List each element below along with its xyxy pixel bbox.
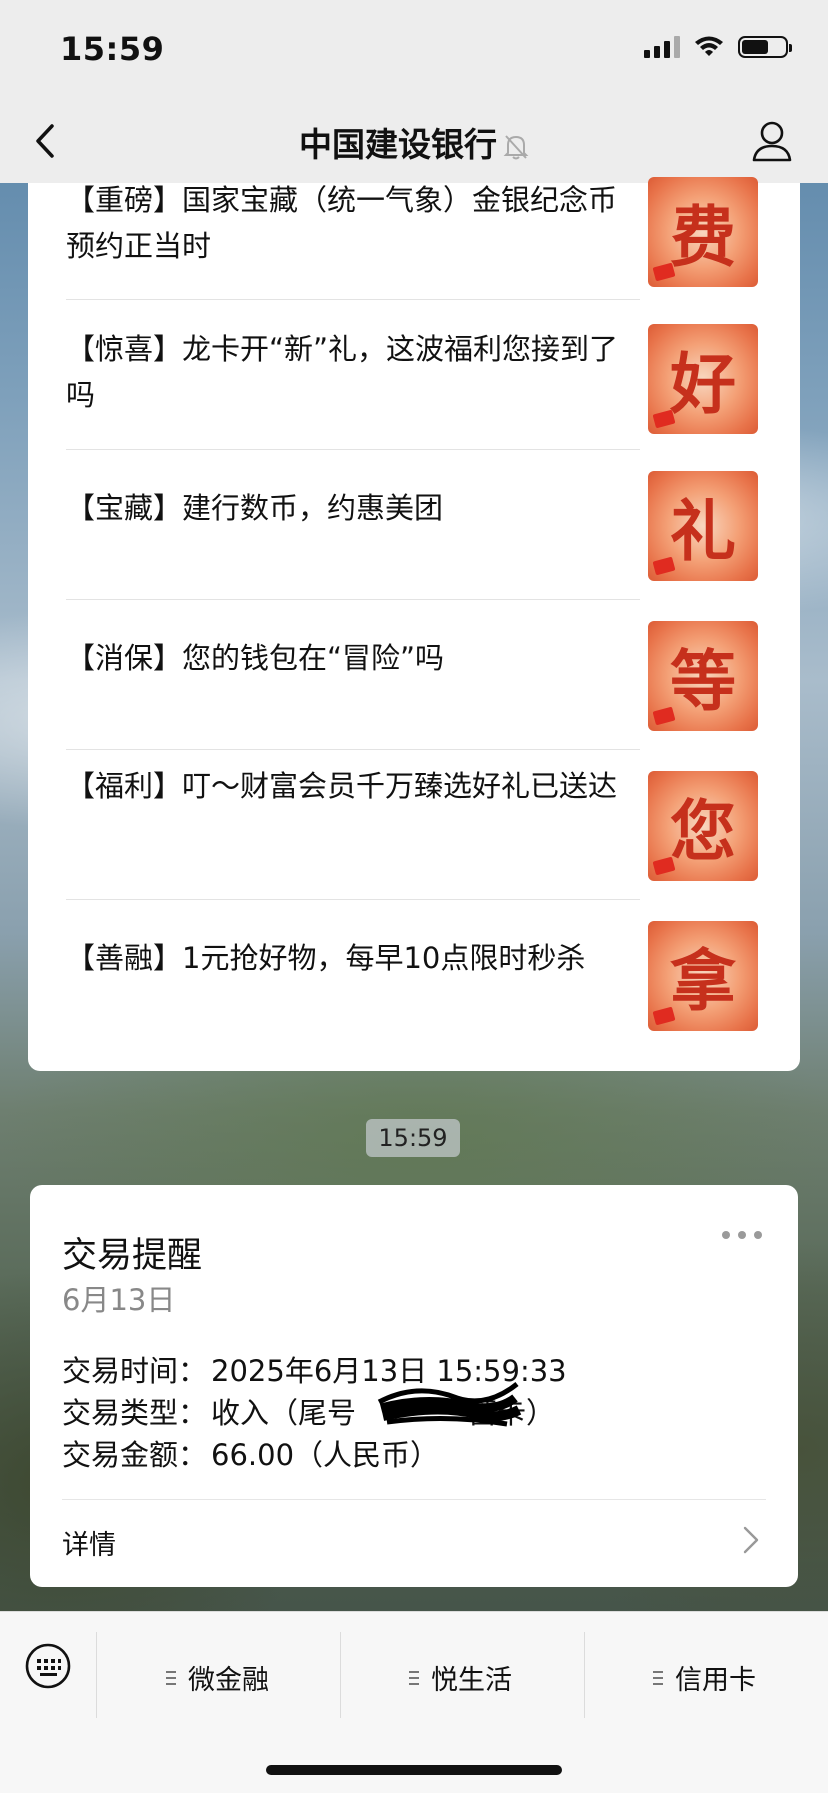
top-bar: 15:59 中国建设银行 <box>0 0 828 183</box>
battery-icon <box>738 36 792 58</box>
transaction-amount-row: 交易金额： 66.00（人民币） <box>62 1434 439 1476</box>
transaction-amount-value: 66.00（人民币） <box>211 1438 440 1472</box>
page-title-text: 中国建设银行 <box>299 125 497 164</box>
divider <box>66 899 640 900</box>
cellular-signal-icon <box>644 36 680 58</box>
article-thumbnail: 礼 <box>648 471 758 581</box>
thumbnail-char: 您 <box>670 792 736 870</box>
article-thumbnail: 费 <box>648 177 758 287</box>
home-indicator[interactable] <box>266 1765 562 1775</box>
menu-separator <box>584 1632 585 1718</box>
article-title: 【福利】叮～财富会员千万臻选好礼已送达 <box>66 769 618 803</box>
submenu-icon <box>653 1670 663 1685</box>
page-title: 中国建设银行 <box>0 118 828 166</box>
wifi-icon <box>695 36 723 56</box>
transaction-amount-label: 交易金额： <box>62 1438 208 1472</box>
article-title: 【善融】1元抢好物，每早10点限时秒杀 <box>66 941 586 975</box>
divider <box>62 1499 766 1500</box>
article-item[interactable]: 【惊喜】龙卡开“新”礼，这波福利您接到了吗 好 <box>66 324 794 476</box>
transaction-date: 6月13日 <box>62 1283 176 1317</box>
message-timestamp: 15:59 <box>366 1119 460 1157</box>
muted-bell-icon <box>503 134 529 159</box>
divider <box>66 749 640 750</box>
article-thumbnail: 好 <box>648 324 758 434</box>
status-icons <box>644 36 792 58</box>
article-thumbnail: 您 <box>648 771 758 881</box>
submenu-icon <box>166 1670 176 1685</box>
profile-icon[interactable] <box>750 118 794 164</box>
submenu-icon <box>409 1670 419 1685</box>
status-time: 15:59 <box>60 30 165 68</box>
menu-separator <box>340 1632 341 1718</box>
divider <box>66 599 640 600</box>
menu-item-label: 悦生活 <box>431 1665 512 1696</box>
divider <box>66 299 640 300</box>
thumbnail-char: 拿 <box>670 942 736 1020</box>
article-item[interactable]: 【重磅】国家宝藏（统一气象）金银纪念币预约正当时 费 <box>66 177 794 327</box>
details-link[interactable]: 详情 <box>62 1523 116 1562</box>
menu-item-credit-card[interactable]: 信用卡 <box>653 1658 756 1697</box>
keyboard-icon[interactable] <box>24 1642 72 1690</box>
bottom-menu-bar: 微金融 悦生活 信用卡 <box>0 1611 828 1793</box>
article-list-card: 【重磅】国家宝藏（统一气象）金银纪念币预约正当时 费 【惊喜】龙卡开“新”礼，这… <box>28 177 800 1071</box>
thumbnail-char: 等 <box>670 642 736 720</box>
divider <box>66 449 640 450</box>
article-title: 【消保】您的钱包在“冒险”吗 <box>66 641 445 675</box>
menu-item-label: 微金融 <box>188 1665 269 1696</box>
article-title: 【惊喜】龙卡开“新”礼，这波福利您接到了吗 <box>66 332 619 412</box>
transaction-title: 交易提醒 <box>62 1236 203 1276</box>
more-options-icon[interactable] <box>722 1231 762 1245</box>
chevron-right-icon[interactable] <box>742 1525 760 1555</box>
redaction-scribble <box>377 1382 522 1427</box>
menu-separator <box>96 1632 97 1718</box>
menu-item-micro-finance[interactable]: 微金融 <box>166 1658 269 1697</box>
article-thumbnail: 拿 <box>648 921 758 1031</box>
article-title: 【重磅】国家宝藏（统一气象）金银纪念币预约正当时 <box>66 183 618 263</box>
menu-item-label: 信用卡 <box>675 1665 756 1696</box>
article-item[interactable]: 【善融】1元抢好物，每早10点限时秒杀 拿 <box>66 921 794 1071</box>
thumbnail-char: 好 <box>670 345 736 423</box>
article-thumbnail: 等 <box>648 621 758 731</box>
transaction-type-value: 收入（尾号 <box>211 1396 357 1430</box>
thumbnail-char: 礼 <box>670 492 736 570</box>
thumbnail-char: 费 <box>670 198 736 276</box>
transaction-type-label: 交易类型： <box>62 1396 208 1430</box>
article-title: 【宝藏】建行数币，约惠美团 <box>66 491 444 525</box>
transaction-notification-card[interactable]: 交易提醒 6月13日 交易时间： 2025年6月13日 15:59:33 交易类型… <box>30 1185 798 1587</box>
menu-item-life[interactable]: 悦生活 <box>409 1658 512 1697</box>
transaction-time-label: 交易时间： <box>62 1354 208 1388</box>
